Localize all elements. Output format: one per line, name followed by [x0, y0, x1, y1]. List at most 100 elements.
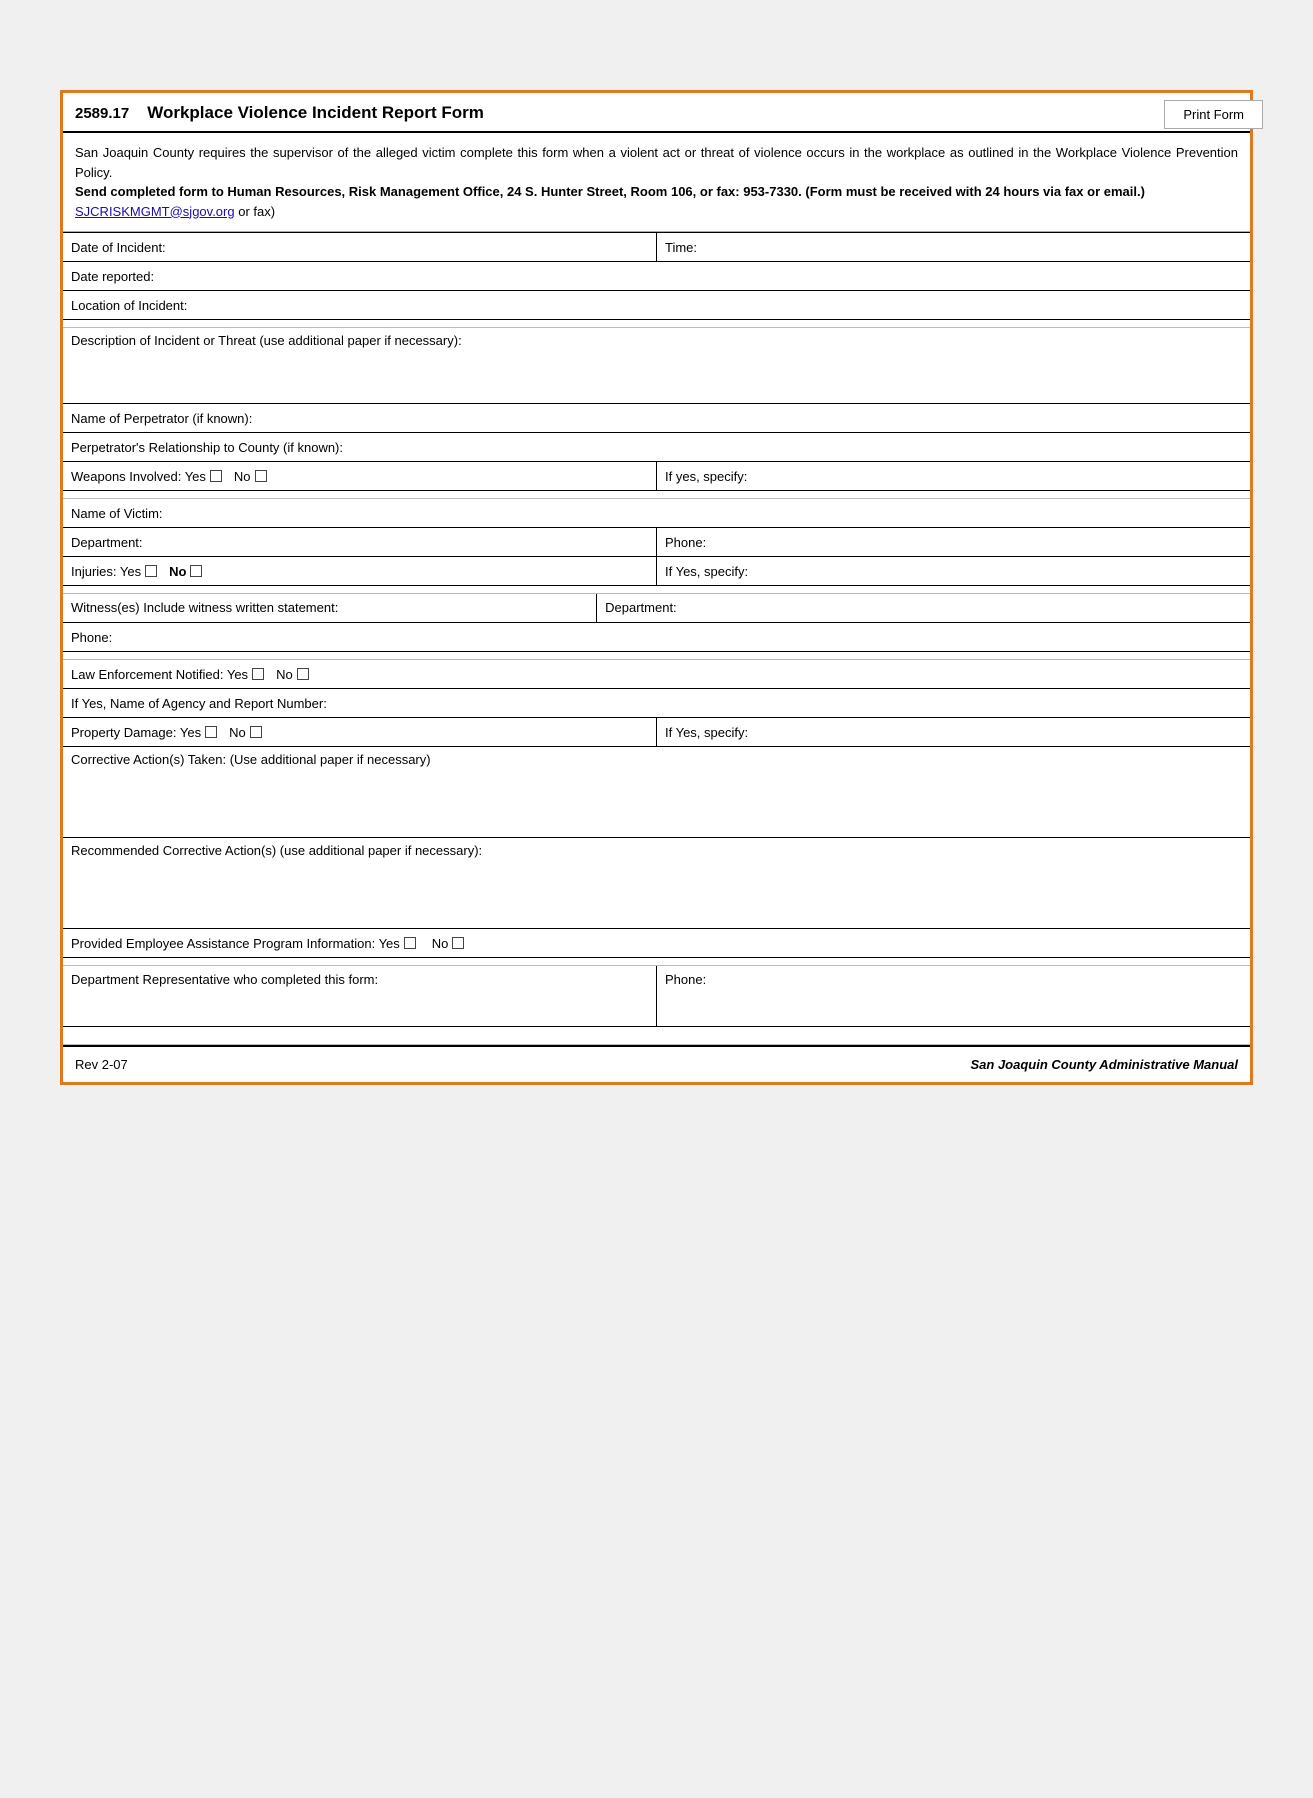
injuries-row: Injuries: Yes No If Yes, specify: [63, 557, 1250, 586]
weapons-specify-cell: If yes, specify: [657, 462, 1250, 490]
victim-name-label: Name of Victim: [71, 506, 163, 521]
perpetrator-name-row: Name of Perpetrator (if known): [63, 404, 1250, 433]
footer-rev: Rev 2-07 [75, 1057, 128, 1072]
email-suffix: or fax) [238, 204, 275, 219]
witness-phone-row: Phone: [63, 623, 1250, 652]
weapons-specify-label: If yes, specify: [665, 469, 747, 484]
eap-no-checkbox[interactable] [452, 937, 464, 949]
dept-phone-row: Department: Phone: [63, 528, 1250, 557]
date-reported-row: Date reported: [63, 262, 1250, 291]
fields-section: Date of Incident: Time: Date reported: L… [63, 232, 1250, 1082]
department-label: Department: [71, 535, 143, 550]
date-reported-cell: Date reported: [63, 262, 1250, 290]
email-line: SJCRISKMGMT@sjgov.org or fax) [75, 202, 1238, 222]
location-label: Location of Incident: [71, 298, 187, 313]
spacer-6 [63, 1027, 1250, 1045]
recommended-row: Recommended Corrective Action(s) (use ad… [63, 838, 1250, 929]
weapons-row: Weapons Involved: Yes No If yes, specify… [63, 462, 1250, 491]
description-label: Description of Incident or Threat (use a… [71, 333, 462, 348]
property-specify-cell: If Yes, specify: [657, 718, 1250, 746]
perpetrator-rel-label: Perpetrator's Relationship to County (if… [71, 440, 343, 455]
footer-manual: San Joaquin County Administrative Manual [971, 1057, 1239, 1072]
weapons-no-label: No [234, 469, 251, 484]
law-enforcement-label: Law Enforcement Notified: Yes [71, 667, 248, 682]
victim-name-cell: Name of Victim: [63, 499, 1250, 527]
dept-cell: Department: [63, 528, 657, 556]
spacer-5 [63, 958, 1250, 966]
injuries-cell: Injuries: Yes No [63, 557, 657, 585]
form-title: Workplace Violence Incident Report Form [147, 103, 484, 123]
injuries-no-label: No [169, 564, 186, 579]
intro-text: San Joaquin County requires the supervis… [75, 143, 1238, 182]
email-link[interactable]: SJCRISKMGMT@sjgov.org [75, 204, 235, 219]
spacer-3 [63, 586, 1250, 594]
injuries-yes-checkbox[interactable] [145, 565, 157, 577]
date-time-row: Date of Incident: Time: [63, 233, 1250, 262]
spacer-1 [63, 320, 1250, 328]
page-wrapper: Print Form 2589.17 Workplace Violence In… [20, 90, 1293, 1778]
form-title-row: 2589.17 Workplace Violence Incident Repo… [63, 93, 1250, 133]
property-damage-row: Property Damage: Yes No If Yes, specify: [63, 718, 1250, 747]
form-container: 2589.17 Workplace Violence Incident Repo… [60, 90, 1253, 1085]
witnesses-row: Witness(es) Include witness written stat… [63, 594, 1250, 623]
injuries-no-checkbox[interactable] [190, 565, 202, 577]
eap-yes-checkbox[interactable] [404, 937, 416, 949]
witnesses-cell: Witness(es) Include witness written stat… [63, 594, 597, 622]
date-reported-label: Date reported: [71, 269, 154, 284]
property-damage-cell: Property Damage: Yes No [63, 718, 657, 746]
time-cell: Time: [657, 233, 1250, 261]
employee-assistance-label: Provided Employee Assistance Program Inf… [71, 936, 400, 951]
weapons-label: Weapons Involved: Yes [71, 469, 206, 484]
bold-text: Send completed form to Human Resources, … [75, 182, 1238, 202]
weapons-cell: Weapons Involved: Yes No [63, 462, 657, 490]
witness-dept-cell: Department: [597, 594, 1250, 622]
injuries-specify-label: If Yes, specify: [665, 564, 748, 579]
spacer-4 [63, 652, 1250, 660]
time-label: Time: [665, 240, 697, 255]
victim-name-row: Name of Victim: [63, 499, 1250, 528]
date-of-incident-cell: Date of Incident: [63, 233, 657, 261]
intro-section: San Joaquin County requires the supervis… [63, 133, 1250, 232]
date-of-incident-label: Date of Incident: [71, 240, 166, 255]
weapons-yes-checkbox[interactable] [210, 470, 222, 482]
recommended-cell: Recommended Corrective Action(s) (use ad… [63, 838, 1250, 928]
phone-cell: Phone: [657, 528, 1250, 556]
dept-rep-cell: Department Representative who completed … [63, 966, 657, 1026]
corrective-label: Corrective Action(s) Taken: (Use additio… [71, 752, 431, 767]
property-no-checkbox[interactable] [250, 726, 262, 738]
print-form-button[interactable]: Print Form [1164, 100, 1263, 129]
spacer-2 [63, 491, 1250, 499]
location-row: Location of Incident: [63, 291, 1250, 320]
law-yes-checkbox[interactable] [252, 668, 264, 680]
law-enforcement-cell: Law Enforcement Notified: Yes No [63, 660, 1250, 688]
corrective-cell: Corrective Action(s) Taken: (Use additio… [63, 747, 1250, 837]
recommended-label: Recommended Corrective Action(s) (use ad… [71, 843, 482, 858]
perpetrator-name-cell: Name of Perpetrator (if known): [63, 404, 1250, 432]
property-damage-label: Property Damage: Yes [71, 725, 201, 740]
dept-rep-phone-label: Phone: [665, 972, 706, 987]
witnesses-label: Witness(es) Include witness written stat… [71, 600, 338, 615]
witness-phone-cell: Phone: [63, 623, 1250, 651]
employee-assistance-no-label: No [432, 936, 449, 951]
description-cell: Description of Incident or Threat (use a… [63, 328, 1250, 403]
employee-assistance-row: Provided Employee Assistance Program Inf… [63, 929, 1250, 958]
phone-label: Phone: [665, 535, 706, 550]
perpetrator-name-label: Name of Perpetrator (if known): [71, 411, 252, 426]
perpetrator-rel-row: Perpetrator's Relationship to County (if… [63, 433, 1250, 462]
injuries-label: Injuries: Yes [71, 564, 141, 579]
property-damage-no-label: No [229, 725, 246, 740]
agency-row: If Yes, Name of Agency and Report Number… [63, 689, 1250, 718]
weapons-no-checkbox[interactable] [255, 470, 267, 482]
property-yes-checkbox[interactable] [205, 726, 217, 738]
description-row: Description of Incident or Threat (use a… [63, 328, 1250, 404]
property-specify-label: If Yes, specify: [665, 725, 748, 740]
location-cell: Location of Incident: [63, 291, 1250, 319]
law-no-checkbox[interactable] [297, 668, 309, 680]
corrective-row: Corrective Action(s) Taken: (Use additio… [63, 747, 1250, 838]
footer-row: Rev 2-07 San Joaquin County Administrati… [63, 1045, 1250, 1082]
witness-dept-label: Department: [605, 600, 677, 615]
injuries-specify-cell: If Yes, specify: [657, 557, 1250, 585]
employee-assistance-cell: Provided Employee Assistance Program Inf… [63, 929, 1250, 957]
law-enforcement-row: Law Enforcement Notified: Yes No [63, 660, 1250, 689]
dept-rep-label: Department Representative who completed … [71, 972, 378, 987]
